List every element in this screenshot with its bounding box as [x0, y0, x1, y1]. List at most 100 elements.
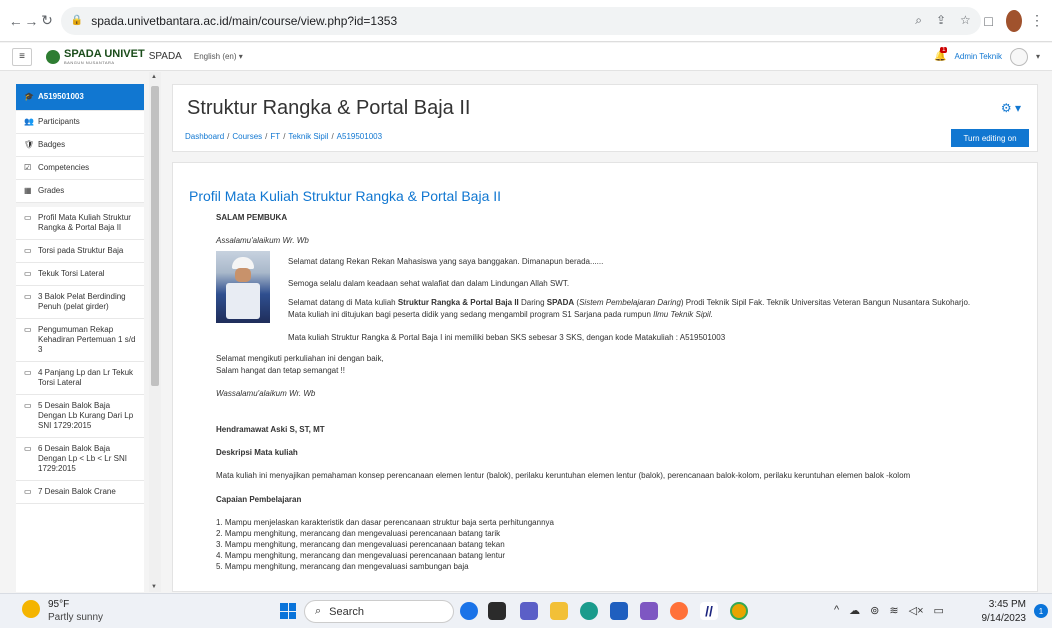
sidebar-item-label: Badges: [38, 140, 66, 149]
learning-outcome-item: 4. Mampu menghitung, merancang dan menge…: [216, 551, 506, 560]
sidebar-item-label: 5 Desain Balok Baja Dengan Lb Kurang Dar…: [38, 401, 134, 430]
breadcrumb-dashboard[interactable]: Dashboard: [185, 132, 224, 141]
section-title[interactable]: Profil Mata Kuliah Struktur Rangka & Por…: [189, 188, 501, 204]
sidebar-item-label: Competencies: [38, 163, 90, 172]
sidebar-item[interactable]: 🎓 A519501003: [16, 84, 144, 111]
bookmark-star-icon[interactable]: ☆: [960, 13, 971, 28]
sidebar-item[interactable]: ▭ Pengumuman Rekap Kehadiran Pertemuan 1 …: [16, 319, 144, 362]
sidebar-item[interactable]: 👥 Participants: [16, 111, 144, 134]
weather-description[interactable]: Partly sunny: [48, 612, 103, 623]
folder-icon: ▭: [24, 368, 32, 377]
sidebar-item-label: 6 Desain Balok Baja Dengan Lp < Lb < Lr …: [38, 444, 127, 473]
breadcrumb: Dashboard / Courses / FT / Teknik Sipil / A51950…: [185, 132, 383, 141]
learning-outcome-item: 5. Mampu menghitung, merancang dan menge…: [216, 562, 469, 571]
sidebar-item[interactable]: ▦ Grades: [16, 180, 144, 203]
paragraph-course-intro: Selamat datang di Mata kuliah Struktur R…: [288, 298, 971, 307]
sidebar-item[interactable]: ▭ 3 Balok Pelat Berdinding Penuh (pelat g…: [16, 286, 144, 319]
share-icon[interactable]: ⇪: [936, 13, 946, 28]
folder-icon: ▭: [24, 269, 32, 278]
cloud-sync-icon[interactable]: ☁: [849, 604, 860, 617]
folder-icon: ▭: [24, 292, 32, 301]
sidebar-item[interactable]: ▭ 7 Desain Balok Crane: [16, 481, 144, 504]
notification-bell-icon[interactable]: 🔔 1: [934, 47, 948, 62]
sidebar-item[interactable]: ▭ 6 Desain Balok Baja Dengan Lp < Lb < Lr…: [16, 438, 144, 481]
breadcrumb-teknik-sipil[interactable]: Teknik Sipil: [288, 132, 328, 141]
firefox-icon[interactable]: [670, 602, 688, 620]
volume-icon[interactable]: ◁×: [909, 604, 924, 617]
browser-profile-avatar[interactable]: [1006, 9, 1022, 32]
sidebar-item[interactable]: ▭ Tekuk Torsi Lateral: [16, 263, 144, 286]
browser-menu-icon[interactable]: ⋮: [1030, 12, 1044, 29]
shield-icon: 🛡: [24, 140, 35, 149]
onedrive-icon[interactable]: ⊚: [870, 604, 879, 617]
weather-temperature[interactable]: 95°F: [48, 599, 69, 610]
sidebar-scrollbar[interactable]: ▲ ▼: [149, 72, 161, 592]
sidebar-item[interactable]: 🛡 Badges: [16, 134, 144, 157]
back-arrow-icon[interactable]: ←: [8, 10, 24, 32]
course-header: Struktur Rangka & Portal Baja II Dashboa…: [172, 84, 1038, 152]
sidebar-item[interactable]: ▭ Profil Mata Kuliah Struktur Rangka & Po…: [16, 207, 144, 240]
course-content: Profil Mata Kuliah Struktur Rangka & Por…: [172, 162, 1038, 592]
edge-browser-icon[interactable]: [580, 602, 598, 620]
spada-logo-icon[interactable]: [46, 49, 60, 64]
site-logo[interactable]: SPADA UNIVET BANGUN NUSANTARA: [64, 48, 145, 65]
sidebar-item-label: Participants: [38, 117, 80, 126]
side-panel-icon[interactable]: □: [981, 10, 997, 32]
folder-icon: ▭: [24, 325, 32, 334]
turn-editing-on-button[interactable]: Turn editing on: [951, 129, 1029, 147]
description-heading: Deskripsi Mata kuliah: [216, 448, 298, 457]
task-view-icon[interactable]: [488, 602, 506, 620]
teams-chat-icon[interactable]: [520, 602, 538, 620]
bing-app-icon[interactable]: [460, 602, 478, 620]
search-icon: ⌕: [315, 605, 322, 617]
chevron-down-icon[interactable]: ▾: [1036, 52, 1040, 61]
microsoft-store-icon[interactable]: [610, 602, 628, 620]
sidebar-item[interactable]: ☑ Competencies: [16, 157, 144, 180]
chevron-up-icon[interactable]: ^: [834, 604, 839, 617]
battery-icon[interactable]: ▭: [934, 604, 944, 617]
language-menu[interactable]: English (en) ▾: [194, 52, 243, 61]
windows-start-icon[interactable]: [280, 603, 296, 619]
breadcrumb-course-code[interactable]: A519501003: [337, 132, 382, 141]
sidebar-item-label: Grades: [38, 186, 65, 195]
chrome-icon[interactable]: [730, 602, 748, 620]
address-bar[interactable]: 🔒 spada.univetbantara.ac.id/main/course/…: [60, 6, 981, 35]
paragraph-health: Semoga selalu dalam keadaan sehat walafi…: [288, 279, 570, 288]
scroll-up-arrow-icon[interactable]: ▲: [151, 74, 157, 80]
greeting-text: Assalamu'alaikum Wr. Wb: [216, 236, 309, 245]
sidebar-item-label: Tekuk Torsi Lateral: [38, 269, 105, 278]
weather-sun-icon[interactable]: [22, 600, 40, 618]
reload-icon[interactable]: ↻: [39, 10, 55, 32]
sidebar-item[interactable]: ▭ 5 Desain Balok Baja Dengan Lb Kurang Da…: [16, 395, 144, 438]
lock-icon: 🔒: [70, 15, 84, 26]
breadcrumb-courses[interactable]: Courses: [232, 132, 262, 141]
paragraph-welcome: Selamat datang Rekan Rekan Mahasiswa yan…: [288, 257, 604, 266]
paragraph-sks: Mata kuliah Struktur Rangka & Portal Baj…: [288, 333, 726, 342]
site-name[interactable]: SPADA: [149, 51, 182, 62]
wifi-icon[interactable]: ≋: [889, 604, 898, 617]
sidebar-item-label: 7 Desain Balok Crane: [38, 487, 116, 496]
zoom-icon[interactable]: ⌕: [915, 13, 922, 28]
file-explorer-icon[interactable]: [550, 602, 568, 620]
scroll-thumb[interactable]: [151, 86, 159, 386]
taskbar-search[interactable]: ⌕ Search: [304, 600, 454, 623]
taskbar-clock[interactable]: 3:45 PM 9/14/2023: [978, 598, 1027, 625]
clock-time: 3:45 PM: [988, 599, 1026, 610]
sidebar-item-label: Torsi pada Struktur Baja: [38, 246, 124, 255]
system-tray: ^ ☁ ⊚ ≋ ◁× ▭: [834, 604, 944, 617]
user-avatar[interactable]: [1009, 47, 1028, 66]
user-menu-name[interactable]: Admin Teknik: [955, 52, 1002, 61]
scroll-down-arrow-icon[interactable]: ▼: [151, 584, 157, 590]
sidebar-item[interactable]: ▭ Torsi pada Struktur Baja: [16, 240, 144, 263]
breadcrumb-ft[interactable]: FT: [270, 132, 280, 141]
slash-app-icon[interactable]: //: [700, 602, 718, 620]
notification-badge: 1: [940, 47, 948, 53]
hamburger-menu-icon[interactable]: ≡: [12, 47, 32, 66]
notification-center-badge[interactable]: 1: [1034, 604, 1048, 618]
paragraph-good-luck: Selamat mengikuti perkuliahan ini dengan…: [216, 354, 384, 363]
forward-arrow-icon[interactable]: →: [24, 10, 40, 32]
sidebar-item[interactable]: ▭ 4 Panjang Lp dan Lr Tekuk Torsi Lateral: [16, 362, 144, 395]
wps-office-icon[interactable]: [640, 602, 658, 620]
url-text[interactable]: spada.univetbantara.ac.id/main/course/vi…: [91, 14, 397, 28]
gear-icon[interactable]: ⚙ ▾: [1001, 101, 1021, 115]
